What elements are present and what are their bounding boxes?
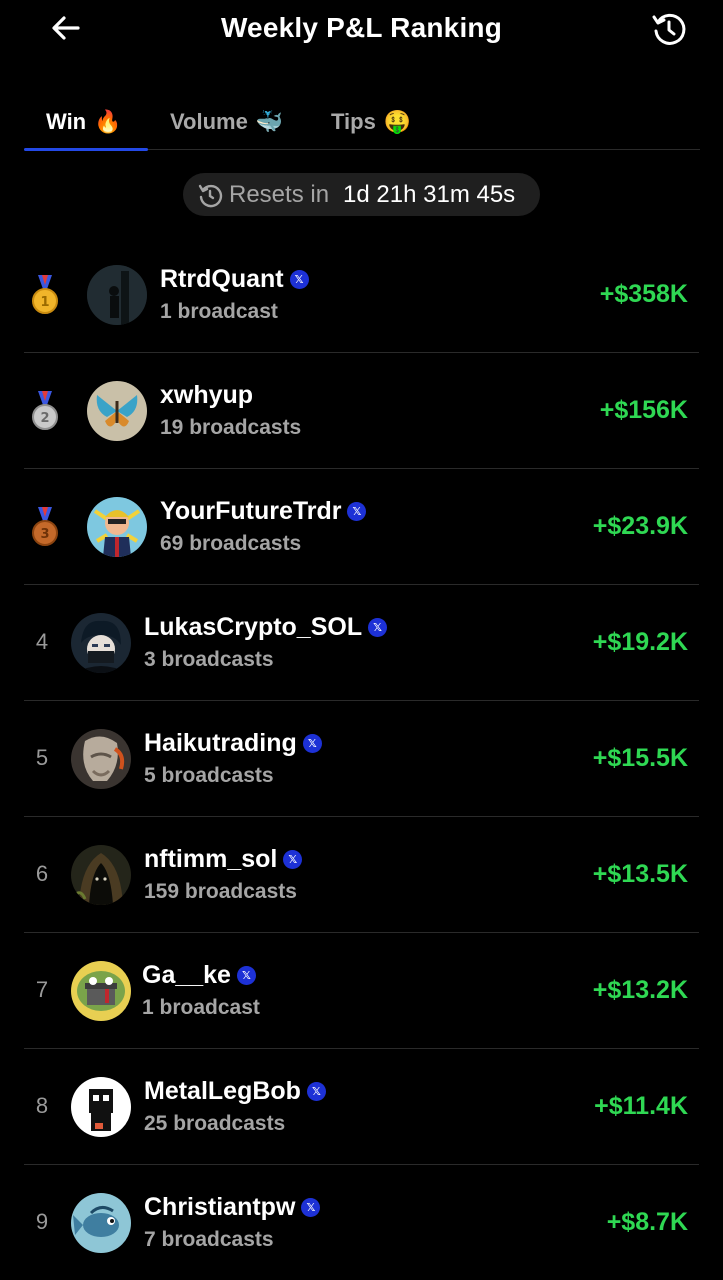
avatar[interactable] bbox=[71, 961, 131, 1021]
x-verified-icon: 𝕏 bbox=[302, 734, 322, 753]
username-line: Haikutrading 𝕏 bbox=[144, 729, 322, 758]
reset-timer: 1d 21h 31m 45s bbox=[343, 180, 516, 208]
username: Christiantpw bbox=[144, 1193, 296, 1221]
rank-number: 8 bbox=[35, 1093, 49, 1118]
username: YourFutureTrdr bbox=[160, 497, 342, 525]
broadcast-count: 25 broadcasts bbox=[144, 1112, 286, 1135]
svg-text:3: 3 bbox=[40, 527, 49, 542]
history-button[interactable] bbox=[646, 6, 692, 52]
avatar[interactable] bbox=[71, 1193, 131, 1253]
broadcast-count: 69 broadcasts bbox=[160, 532, 302, 555]
username: xwhyup bbox=[160, 381, 254, 409]
tab-label: Volume bbox=[170, 109, 248, 134]
rank-number: 4 bbox=[35, 629, 49, 654]
username-line: LukasCrypto_SOL 𝕏 bbox=[144, 613, 388, 642]
list-item[interactable]: 4 LukasCrypto_SOL 𝕏 3 broadcasts +$19.2K bbox=[0, 585, 723, 701]
broadcast-count: 7 broadcasts bbox=[144, 1228, 274, 1251]
x-verified-icon: 𝕏 bbox=[347, 502, 367, 521]
username-line: RtrdQuant 𝕏 bbox=[160, 265, 309, 294]
username: RtrdQuant bbox=[160, 265, 284, 293]
pnl-value: +$11.4K bbox=[594, 1092, 688, 1120]
pnl-value: +$8.7K bbox=[606, 1208, 688, 1236]
list-item[interactable]: 9 Christiantpw 𝕏 7 broadcasts +$8.7K bbox=[0, 1165, 723, 1280]
username: MetalLegBob bbox=[144, 1077, 301, 1105]
svg-text:1: 1 bbox=[40, 295, 49, 310]
list-item[interactable]: 1 RtrdQuant 𝕏 1 broadcast +$358K bbox=[0, 237, 723, 353]
x-verified-icon: 𝕏 bbox=[283, 850, 303, 869]
list-item[interactable]: 3 YourFutureTrdr 𝕏 69 broadcasts +$23.9K bbox=[0, 469, 723, 585]
bronze-medal-icon: 3 bbox=[32, 507, 58, 546]
rank-number: 6 bbox=[35, 861, 49, 886]
top-bar: Weekly P&L Ranking bbox=[0, 0, 723, 60]
reset-countdown: Resets in 1d 21h 31m 45s bbox=[183, 173, 540, 216]
rank-number: 7 bbox=[35, 977, 49, 1002]
username: LukasCrypto_SOL bbox=[144, 613, 363, 641]
tab-bar: Win 🔥 Volume 🐳 Tips 🤑 bbox=[24, 96, 700, 151]
username-line: Ga__ke 𝕏 bbox=[142, 961, 256, 990]
broadcast-count: 19 broadcasts bbox=[160, 416, 302, 439]
gold-medal-icon: 1 bbox=[32, 275, 58, 314]
avatar[interactable] bbox=[87, 497, 147, 557]
username: Ga__ke bbox=[142, 961, 231, 989]
fire-icon: 🔥 bbox=[94, 109, 122, 134]
pnl-value: +$13.5K bbox=[592, 860, 688, 888]
tab-win[interactable]: Win 🔥 bbox=[46, 96, 122, 148]
username-line: MetalLegBob 𝕏 bbox=[144, 1077, 326, 1106]
avatar[interactable] bbox=[71, 845, 131, 905]
active-tab-indicator bbox=[24, 148, 148, 151]
pnl-value: +$19.2K bbox=[592, 628, 688, 656]
username-line: YourFutureTrdr 𝕏 bbox=[160, 497, 367, 526]
pnl-value: +$15.5K bbox=[592, 744, 688, 772]
tab-label: Tips bbox=[331, 109, 376, 134]
page-title: Weekly P&L Ranking bbox=[220, 12, 503, 43]
whale-icon: 🐳 bbox=[255, 109, 284, 134]
silver-medal-icon: 2 bbox=[32, 391, 58, 430]
rank-number: 9 bbox=[35, 1209, 49, 1234]
tab-volume[interactable]: Volume 🐳 bbox=[170, 96, 283, 148]
x-verified-icon: 𝕏 bbox=[368, 618, 388, 637]
pnl-value: +$358K bbox=[599, 280, 688, 308]
username-line: xwhyup bbox=[160, 381, 253, 410]
pnl-value: +$156K bbox=[599, 396, 688, 424]
broadcast-count: 3 broadcasts bbox=[144, 648, 274, 671]
tab-tips[interactable]: Tips 🤑 bbox=[331, 96, 411, 148]
x-verified-icon: 𝕏 bbox=[236, 966, 256, 985]
avatar[interactable] bbox=[87, 381, 147, 441]
x-verified-icon: 𝕏 bbox=[289, 270, 309, 289]
avatar[interactable] bbox=[71, 729, 131, 789]
list-item[interactable]: 2 xwhyup 19 broadcasts +$156K bbox=[0, 353, 723, 469]
username-line: nftimm_sol 𝕏 bbox=[144, 845, 303, 874]
avatar[interactable] bbox=[87, 265, 147, 325]
username: Haikutrading bbox=[144, 729, 297, 757]
avatar[interactable] bbox=[71, 1077, 131, 1137]
broadcast-count: 5 broadcasts bbox=[144, 764, 274, 787]
list-item[interactable]: 8 MetalLegBob 𝕏 25 broadcasts +$11.4K bbox=[0, 1049, 723, 1165]
tab-label: Win bbox=[46, 109, 87, 134]
pnl-value: +$23.9K bbox=[592, 512, 688, 540]
svg-text:2: 2 bbox=[40, 411, 49, 426]
reset-label: Resets in bbox=[229, 180, 330, 208]
ranking-list: 1 RtrdQuant 𝕏 1 broadcast +$358K 2 xwhyu… bbox=[0, 237, 723, 1280]
money-face-icon: 🤑 bbox=[383, 109, 412, 134]
pnl-value: +$13.2K bbox=[592, 976, 688, 1004]
broadcast-count: 159 broadcasts bbox=[144, 880, 297, 903]
x-verified-icon: 𝕏 bbox=[301, 1198, 321, 1217]
list-item[interactable]: 7 Ga__ke 𝕏 1 broadcast +$13.2K bbox=[0, 933, 723, 1049]
rank-number: 5 bbox=[35, 745, 49, 770]
broadcast-count: 1 broadcast bbox=[142, 996, 260, 1019]
list-item[interactable]: 5 Haikutrading 𝕏 5 broadcasts +$15.5K bbox=[0, 701, 723, 817]
timer-icon bbox=[198, 184, 223, 207]
username: nftimm_sol bbox=[144, 845, 278, 873]
x-verified-icon: 𝕏 bbox=[306, 1082, 326, 1101]
avatar[interactable] bbox=[71, 613, 131, 673]
username-line: Christiantpw 𝕏 bbox=[144, 1193, 321, 1222]
broadcast-count: 1 broadcast bbox=[160, 300, 278, 323]
history-icon bbox=[652, 13, 686, 45]
list-item[interactable]: 6 nftimm_sol 𝕏 159 broadcasts +$13.5K bbox=[0, 817, 723, 933]
